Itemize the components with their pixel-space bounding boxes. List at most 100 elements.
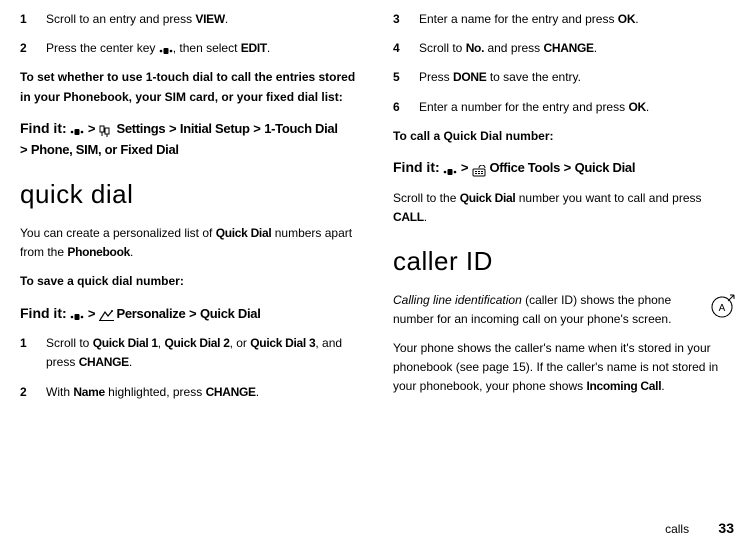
step-text: Enter a name for the entry and press OK.	[419, 10, 736, 29]
subheading-save-quick: To save a quick dial number:	[20, 272, 363, 291]
center-key-icon	[70, 123, 84, 135]
txt: to save the entry.	[487, 70, 582, 84]
qd2: Quick Dial 2	[164, 336, 229, 350]
path-tail: Phone, SIM, or Fixed Dial	[31, 142, 179, 157]
step-2: 2 Press the center key , then select EDI…	[20, 39, 363, 58]
find-it-2: Find it: > Personalize > Quick Dial	[20, 302, 363, 325]
scroll-call-text: Scroll to the Quick Dial number you want…	[393, 189, 736, 227]
txt: .	[225, 12, 228, 26]
txt: To set whether to use 1-touch dial to ca…	[20, 70, 355, 103]
txt: Enter a number for the entry and press	[419, 100, 628, 114]
change-key: CHANGE	[206, 385, 256, 399]
step-number: 3	[393, 10, 419, 29]
network-feature-icon: A	[710, 293, 736, 325]
txt: Scroll to	[46, 336, 93, 350]
txt: To call a Quick Dial number	[393, 129, 550, 143]
office-tools-label: Office Tools	[489, 160, 560, 175]
txt: Press the center key	[46, 41, 159, 55]
qd3: Quick Dial 3	[250, 336, 315, 350]
txt: and press	[484, 41, 543, 55]
call-key: CALL	[393, 210, 424, 224]
step-5: 5 Press DONE to save the entry.	[393, 68, 736, 87]
txt: .	[646, 100, 649, 114]
office-tools-icon	[472, 163, 486, 175]
find-it-3: Find it: > Office Tools > Quick Dial	[393, 156, 736, 179]
step-text: Scroll to Quick Dial 1, Quick Dial 2, or…	[46, 334, 363, 372]
caller-id-p2: Your phone shows the caller's name when …	[393, 339, 736, 397]
txt: .	[267, 41, 270, 55]
initial-setup-label: Initial Setup	[180, 121, 250, 136]
txt: .	[661, 379, 664, 393]
txt: You can create a personalized list of	[20, 226, 216, 240]
step-text: With Name highlighted, press CHANGE.	[46, 383, 363, 402]
txt: Press	[419, 70, 453, 84]
right-column: 3 Enter a name for the entry and press O…	[393, 10, 736, 412]
name-field: Name	[73, 385, 104, 399]
gt: >	[88, 306, 95, 321]
gt: >	[461, 160, 468, 175]
find-it-label: Find it:	[20, 305, 67, 321]
step-number: 2	[20, 383, 46, 402]
subheading-call-quick: To call a Quick Dial number:	[393, 127, 736, 146]
step-number: 4	[393, 39, 419, 58]
txt: .	[594, 41, 597, 55]
page-number: 33	[718, 520, 734, 536]
quick-dial-intro: You can create a personalized list of Qu…	[20, 224, 363, 262]
txt: Scroll to the	[393, 191, 460, 205]
section-label: calls	[665, 522, 689, 536]
page-footer: calls 33	[665, 517, 734, 539]
step-number: 1	[20, 334, 46, 372]
step-number: 1	[20, 10, 46, 29]
quick-dial-label: Quick Dial	[200, 306, 261, 321]
quick-step-1: 1 Scroll to Quick Dial 1, Quick Dial 2, …	[20, 334, 363, 372]
quick-dial-term: Quick Dial	[216, 226, 272, 240]
step-text: Press the center key , then select EDIT.	[46, 39, 363, 58]
txt: .	[256, 385, 259, 399]
find-it-label: Find it:	[393, 159, 440, 175]
txt: :	[550, 129, 554, 143]
find-it-1: Find it: > Settings > Initial Setup > 1-…	[20, 117, 363, 161]
svg-text:A: A	[719, 303, 726, 314]
txt: Scroll to an entry and press	[46, 12, 195, 26]
txt: number you want to call and press	[515, 191, 701, 205]
no-field: No.	[466, 41, 484, 55]
step-3: 3 Enter a name for the entry and press O…	[393, 10, 736, 29]
caller-id-p1: A Calling line identification (caller ID…	[393, 291, 736, 329]
ok-key: OK	[628, 100, 645, 114]
qd1: Quick Dial 1	[93, 336, 158, 350]
gt: >	[253, 121, 260, 136]
txt: With	[46, 385, 73, 399]
txt: highlighted, press	[105, 385, 206, 399]
heading-quick-dial: quick dial	[20, 174, 363, 216]
txt: .	[635, 12, 638, 26]
heading-caller-id: caller ID	[393, 241, 736, 283]
view-key: VIEW	[195, 12, 224, 26]
left-column: 1 Scroll to an entry and press VIEW. 2 P…	[20, 10, 363, 412]
step-4: 4 Scroll to No. and press CHANGE.	[393, 39, 736, 58]
txt: Scroll to	[419, 41, 466, 55]
gt: >	[564, 160, 571, 175]
gt: >	[169, 121, 176, 136]
txt: , then select	[173, 41, 241, 55]
personalize-icon	[99, 308, 113, 320]
incoming-call-term: Incoming Call	[586, 379, 661, 393]
personalize-label: Personalize	[116, 306, 185, 321]
onetouch-label: 1-Touch Dial	[264, 121, 337, 136]
center-key-icon	[443, 163, 457, 175]
step-number: 2	[20, 39, 46, 58]
find-it-label: Find it:	[20, 120, 67, 136]
gt: >	[189, 306, 196, 321]
txt: .	[130, 245, 133, 259]
change-key: CHANGE	[544, 41, 594, 55]
gt: >	[88, 121, 95, 136]
step-text: Press DONE to save the entry.	[419, 68, 736, 87]
gt: >	[20, 142, 27, 157]
txt: Enter a name for the entry and press	[419, 12, 618, 26]
quick-dial-term: Quick Dial	[460, 191, 516, 205]
center-key-icon	[159, 43, 173, 55]
quick-step-2: 2 With Name highlighted, press CHANGE.	[20, 383, 363, 402]
center-key-icon	[70, 308, 84, 320]
ok-key: OK	[618, 12, 635, 26]
phonebook-term: Phonebook	[67, 245, 130, 259]
settings-label: Settings	[116, 121, 165, 136]
